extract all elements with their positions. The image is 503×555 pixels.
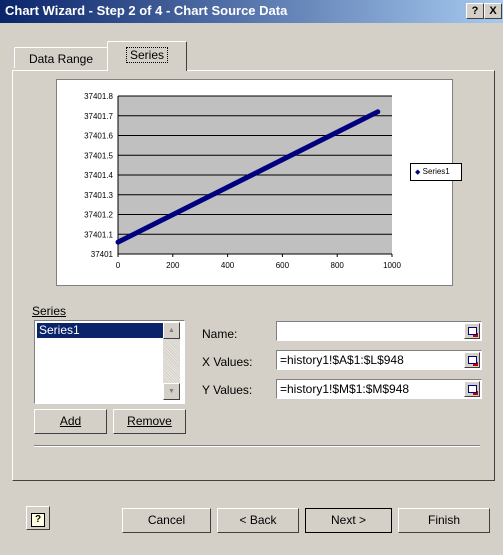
help-icon-button[interactable]: ? <box>26 506 50 530</box>
collapse-dialog-icon[interactable] <box>464 323 480 339</box>
help-icon: ? <box>31 513 45 527</box>
separator <box>34 445 480 447</box>
cancel-button[interactable]: Cancel <box>122 508 211 533</box>
series-group-label: Series <box>32 304 67 318</box>
y-values-field[interactable]: =history1!$M$1:$M$948 <box>276 379 482 399</box>
y-tick-label: 37401.1 <box>84 230 113 239</box>
x-tick-label: 800 <box>331 261 345 270</box>
y-tick-label: 37401.3 <box>84 191 113 200</box>
next-button[interactable]: Next > <box>305 508 392 533</box>
y-tick-label: 37401.7 <box>84 112 113 121</box>
y-tick-label: 37401.6 <box>84 132 113 141</box>
add-button-label: Add <box>59 414 82 428</box>
scroll-down-icon[interactable]: ▼ <box>163 383 180 400</box>
list-item[interactable]: Series1 <box>37 323 163 338</box>
collapse-dialog-icon[interactable] <box>464 352 480 368</box>
y-tick-label: 37401.2 <box>84 211 113 220</box>
chart-preview: 37401.8 37401.7 37401.6 37401.5 37401.4 37401… <box>56 79 462 286</box>
y-values-value: =history1!$M$1:$M$948 <box>280 382 410 396</box>
legend: ◆ Series1 <box>410 163 462 181</box>
chart-svg: 37401.8 37401.7 37401.6 37401.5 37401.4 37401… <box>84 92 401 270</box>
legend-label: Series1 <box>422 167 450 176</box>
x-tick-label: 600 <box>276 261 290 270</box>
tab-series[interactable]: Series <box>107 41 187 71</box>
remove-button[interactable]: Remove <box>113 409 186 434</box>
series-listbox[interactable]: Series1 ▲ ▼ <box>34 320 185 404</box>
x-tick-label: 400 <box>221 261 235 270</box>
x-tick-label: 0 <box>116 261 121 270</box>
close-button[interactable]: X <box>484 3 502 19</box>
y-tick-label: 37401.5 <box>84 151 113 160</box>
help-button[interactable]: ? <box>466 3 484 19</box>
x-tick-label: 1000 <box>383 261 401 270</box>
finish-button[interactable]: Finish <box>398 508 490 533</box>
name-field[interactable] <box>276 321 482 341</box>
x-values-label: X Values: <box>202 355 253 369</box>
scroll-up-icon[interactable]: ▲ <box>163 322 180 339</box>
y-values-label: Y Values: <box>202 383 253 397</box>
add-button[interactable]: Add <box>34 409 107 434</box>
legend-marker-icon: ◆ <box>415 169 421 176</box>
tab-data-range[interactable]: Data Range <box>14 47 108 68</box>
x-values-field[interactable]: =history1!$A$1:$L$948 <box>276 350 482 370</box>
remove-button-label: Remove <box>127 414 172 428</box>
window-title: Chart Wizard - Step 2 of 4 - Chart Sourc… <box>5 3 288 18</box>
y-tick-label: 37401.4 <box>84 171 113 180</box>
name-label: Name: <box>202 327 238 341</box>
x-tick-label: 200 <box>166 261 180 270</box>
title-bar: Chart Wizard - Step 2 of 4 - Chart Sourc… <box>0 0 503 23</box>
listbox-scrollbar[interactable]: ▲ ▼ <box>163 322 180 400</box>
collapse-dialog-icon[interactable] <box>464 381 480 397</box>
tab-series-label: Series <box>125 47 169 63</box>
y-tick-label: 37401.8 <box>84 92 113 101</box>
x-values-value: =history1!$A$1:$L$948 <box>280 353 404 367</box>
y-tick-label: 37401 <box>91 250 114 259</box>
back-button[interactable]: < Back <box>217 508 299 533</box>
